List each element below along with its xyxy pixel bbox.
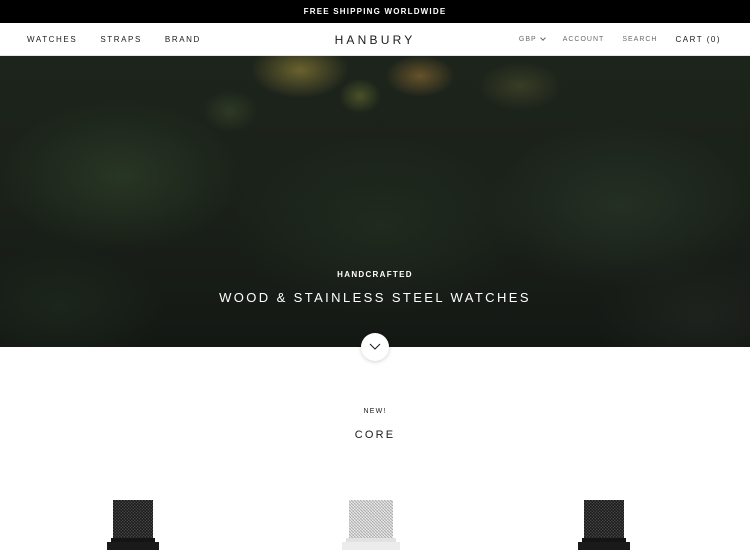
announcement-text: FREE SHIPPING WORLDWIDE <box>303 7 447 16</box>
search-link[interactable]: SEARCH <box>622 36 657 43</box>
product-card[interactable] <box>342 500 400 550</box>
main-nav: WATCHES STRAPS BRAND <box>27 23 224 56</box>
account-link[interactable]: ACCOUNT <box>563 36 605 43</box>
product-card[interactable] <box>107 500 159 550</box>
site-logo[interactable]: HANBURY <box>335 33 416 47</box>
scroll-down-button[interactable] <box>361 333 389 361</box>
hero-heading: WOOD & STAINLESS STEEL WATCHES <box>219 290 531 305</box>
chevron-down-icon <box>539 35 546 41</box>
product-card[interactable] <box>578 500 630 550</box>
hero-subheading: HANDCRAFTED <box>337 270 413 279</box>
chevron-down-icon <box>369 343 381 350</box>
utility-nav: GBP ACCOUNT SEARCH CART (0) <box>519 23 721 56</box>
nav-link-watches[interactable]: WATCHES <box>27 35 77 44</box>
collection-tag: NEW! <box>363 408 387 415</box>
currency-selector[interactable]: GBP <box>518 35 546 43</box>
cart-link[interactable]: CART (0) <box>676 35 722 44</box>
currency-label: GBP <box>518 36 537 43</box>
watch-black-mesh-icon <box>107 500 159 550</box>
hero-banner: HANDCRAFTED WOOD & STAINLESS STEEL WATCH… <box>0 56 750 347</box>
nav-link-straps[interactable]: STRAPS <box>100 35 142 44</box>
nav-link-brand[interactable]: BRAND <box>165 35 201 44</box>
site-header: WATCHES STRAPS BRAND HANBURY GBP ACCOUNT… <box>0 23 750 56</box>
announcement-bar: FREE SHIPPING WORLDWIDE <box>0 0 750 23</box>
collection-title[interactable]: CORE <box>0 429 750 441</box>
watch-silver-mesh-icon <box>342 500 400 550</box>
watch-black-mesh-icon <box>578 500 630 550</box>
